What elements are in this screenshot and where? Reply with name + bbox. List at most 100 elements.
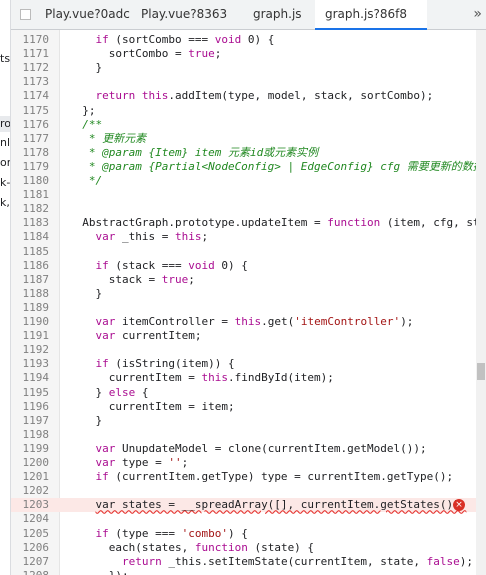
code-line[interactable]: 1204 — [11, 512, 486, 526]
line-number[interactable]: 1199 — [11, 442, 50, 456]
code-editor[interactable]: 1170 if (sortCombo === void 0) {1171 sor… — [11, 30, 486, 575]
code-token: var — [95, 230, 116, 244]
code-line[interactable]: 1180 */ — [11, 174, 486, 188]
code-line[interactable]: 1170 if (sortCombo === void 0) { — [11, 33, 486, 47]
tab-graph-js-86f8[interactable]: graph.js?86f8 — [315, 0, 427, 30]
code-line[interactable]: 1198 — [11, 428, 486, 442]
code-token: _this = — [115, 230, 175, 244]
line-number[interactable]: 1185 — [11, 245, 50, 259]
vertical-scrollbar[interactable] — [476, 30, 486, 575]
code-line[interactable]: 1191 var currentItem; — [11, 329, 486, 343]
line-number[interactable]: 1182 — [11, 202, 50, 216]
line-number[interactable]: 1178 — [11, 146, 50, 160]
line-number[interactable]: 1187 — [11, 273, 50, 287]
code-line[interactable]: 1193 if (isString(item)) { — [11, 357, 486, 371]
line-number[interactable]: 1179 — [11, 160, 50, 174]
line-number[interactable]: 1205 — [11, 527, 50, 541]
code-line[interactable]: 1178 * @param {Item} item 元素id或元素实例 — [11, 146, 486, 160]
code-line[interactable]: 1190 var itemController = this.get('item… — [11, 315, 486, 329]
tab-play-vue-8363[interactable]: Play.vue?8363 — [141, 0, 236, 29]
line-number[interactable]: 1207 — [11, 555, 50, 569]
line-number[interactable]: 1202 — [11, 484, 50, 498]
line-number[interactable]: 1200 — [11, 456, 50, 470]
code-line[interactable]: 1187 stack = true; — [11, 273, 486, 287]
code-line[interactable]: 1179 * @param {Partial<NodeConfig> | Edg… — [11, 160, 486, 174]
line-number[interactable]: 1176 — [11, 118, 50, 132]
code-line[interactable]: 1172 } — [11, 61, 486, 75]
line-number[interactable]: 1186 — [11, 259, 50, 273]
code-line[interactable]: 1186 if (stack === void 0) { — [11, 259, 486, 273]
code-line[interactable]: 1206 each(states, function (state) { — [11, 541, 486, 555]
code-line[interactable]: 1208 }); — [11, 569, 486, 575]
line-number[interactable]: 1198 — [11, 428, 50, 442]
navigator-fragment[interactable]: ro — [0, 117, 10, 130]
code-line[interactable]: 1182 — [11, 202, 486, 216]
code-line[interactable]: 1181 — [11, 188, 486, 202]
code-token: ; — [181, 456, 189, 469]
line-number[interactable]: 1194 — [11, 371, 50, 385]
line-number[interactable]: 1172 — [11, 61, 50, 75]
code-line[interactable]: 1197 } — [11, 414, 486, 428]
tab-graph-js[interactable]: graph.js — [253, 0, 315, 29]
code-line[interactable]: 1202 — [11, 484, 486, 498]
code-line[interactable]: 1175 }; — [11, 104, 486, 118]
code-line[interactable]: 1176 /** — [11, 118, 486, 132]
line-number[interactable]: 1173 — [11, 75, 50, 89]
code-line[interactable]: 1189 — [11, 301, 486, 315]
code-line[interactable]: 1171 sortCombo = true; — [11, 47, 486, 61]
line-number[interactable]: 1190 — [11, 315, 50, 329]
line-number[interactable]: 1170 — [11, 33, 50, 47]
line-number[interactable]: 1181 — [11, 188, 50, 202]
navigator-fragment[interactable]: k, — [0, 196, 10, 209]
line-number[interactable]: 1171 — [11, 47, 50, 61]
code-line[interactable]: 1177 * 更新元素 — [11, 132, 486, 146]
line-number[interactable]: 1193 — [11, 357, 50, 371]
code-line[interactable]: 1188 } — [11, 287, 486, 301]
navigator-fragment[interactable]: k- — [0, 176, 10, 189]
code-line[interactable]: 1173 — [11, 75, 486, 89]
code-token: if — [95, 33, 109, 46]
code-line[interactable]: 1195 } else { — [11, 386, 486, 400]
code-line[interactable]: 1184 var _this = this; — [11, 230, 486, 244]
code-line[interactable]: 1194 currentItem = this.findById(item); — [11, 371, 486, 385]
navigator-fragment[interactable]: nl — [0, 136, 10, 149]
code-line[interactable]: 1196 currentItem = item; — [11, 400, 486, 414]
scrollbar-thumb[interactable] — [477, 363, 485, 380]
code-line[interactable]: 1205 if (type === 'combo') { — [11, 527, 486, 541]
code-line[interactable]: 1207 return _this.setItemState(currentIt… — [11, 555, 486, 569]
line-number[interactable]: 1177 — [11, 132, 50, 146]
line-number[interactable]: 1203 — [11, 498, 50, 512]
code-token: if — [95, 258, 109, 272]
line-number[interactable]: 1189 — [11, 301, 50, 315]
navigator-fragment[interactable]: or — [0, 156, 10, 169]
line-number[interactable]: 1184 — [11, 230, 50, 244]
code-line[interactable]: 1201 if (currentItem.getType) type = cur… — [11, 470, 486, 484]
code-line[interactable]: 1183 AbstractGraph.prototype.updateItem … — [11, 216, 486, 230]
line-number[interactable]: 1175 — [11, 104, 50, 118]
line-number[interactable]: 1204 — [11, 512, 50, 526]
line-number[interactable]: 1192 — [11, 343, 50, 357]
more-tabs-icon[interactable]: » — [473, 0, 482, 29]
line-number[interactable]: 1201 — [11, 470, 50, 484]
code-line[interactable]: 1192 — [11, 343, 486, 357]
line-number[interactable]: 1195 — [11, 386, 50, 400]
line-number[interactable]: 1208 — [11, 569, 50, 575]
line-number[interactable]: 1180 — [11, 174, 50, 188]
line-number[interactable]: 1197 — [11, 414, 50, 428]
code-line[interactable]: 1199 var UnupdateModel = clone(currentIt… — [11, 442, 486, 456]
line-number[interactable]: 1196 — [11, 400, 50, 414]
tab-play-vue-0adc[interactable]: Play.vue?0adc — [20, 0, 130, 29]
code-token: (item, cfg, stack — [386, 216, 486, 230]
line-number[interactable]: 1183 — [11, 216, 50, 230]
line-number[interactable]: 1206 — [11, 541, 50, 555]
code-line[interactable]: 1174 return this.addItem(type, model, st… — [11, 89, 486, 103]
code-token: var — [95, 456, 116, 469]
line-number[interactable]: 1191 — [11, 329, 50, 343]
code-line[interactable]: 1200 var type = ''; — [11, 456, 486, 470]
code-line[interactable]: 1185 — [11, 245, 486, 259]
code-line-error[interactable]: 1203 var states = __spreadArray([], curr… — [11, 498, 486, 513]
navigator-fragment[interactable]: ts — [0, 52, 10, 65]
line-number[interactable]: 1188 — [11, 287, 50, 301]
line-number[interactable]: 1174 — [11, 89, 50, 103]
